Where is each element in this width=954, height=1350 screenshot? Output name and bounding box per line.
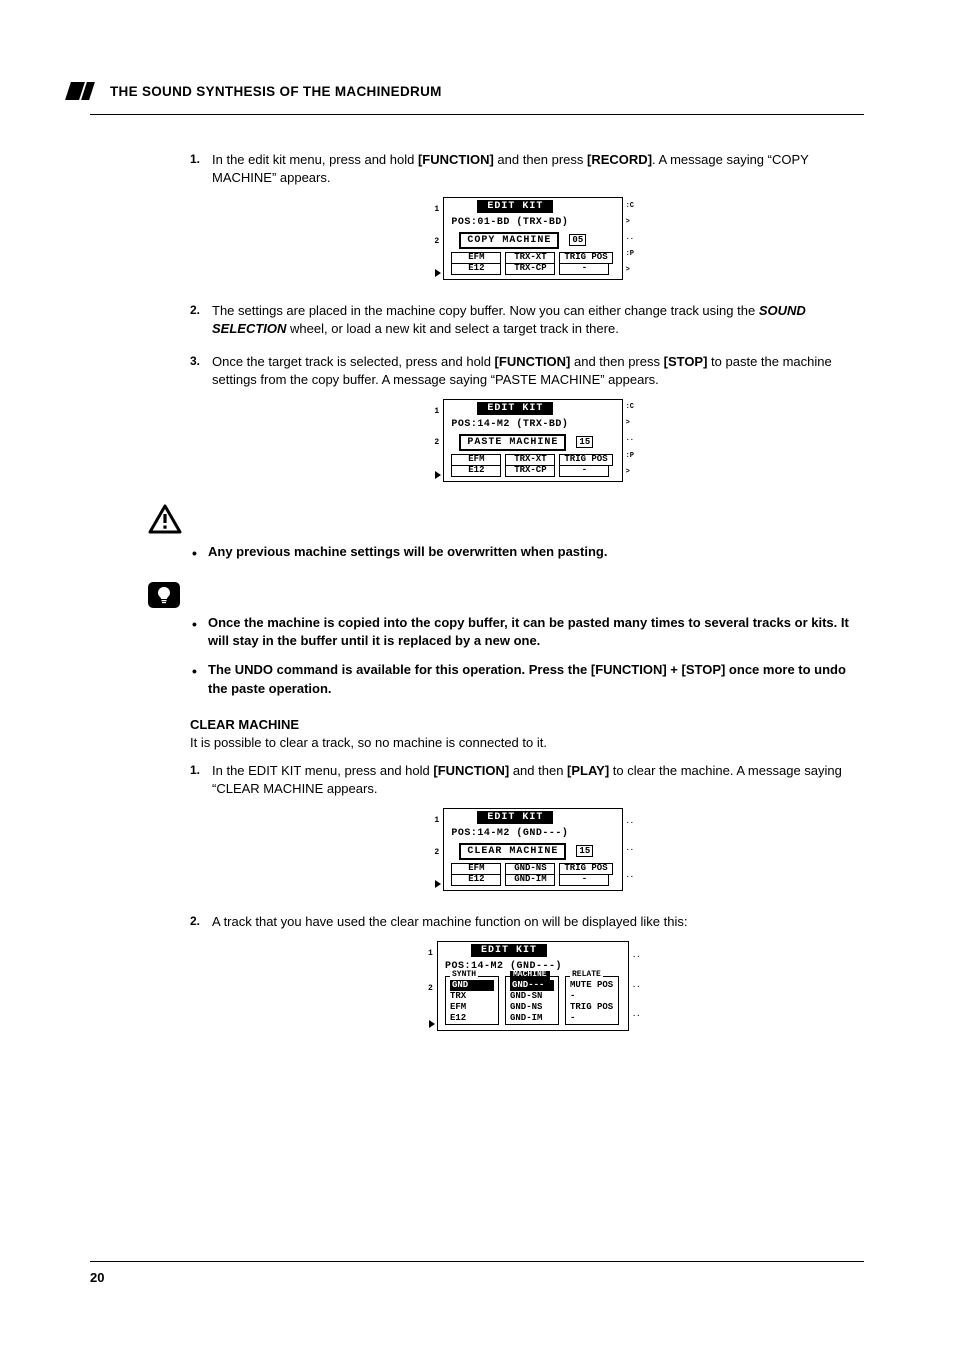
lcd-clear-machine: 12 ...... EDIT KIT POS:14-M2 (GND---) CL… <box>443 808 622 891</box>
warning-text-1: Any previous machine settings will be ov… <box>190 543 854 562</box>
brand-logo <box>68 82 92 100</box>
page-number: 20 <box>90 1270 864 1285</box>
lcd-paste-machine: 12 :C>..:P> EDIT KIT POS:14-M2 (TRX-BD) … <box>443 399 622 482</box>
section-title: THE SOUND SYNTHESIS OF THE MACHINEDRUM <box>110 84 442 99</box>
clear-machine-heading: CLEAR MACHINE <box>190 717 854 732</box>
tip-icon <box>148 582 180 608</box>
lcd-copy-machine: 12 :C>..:P> EDIT KIT POS:01-BD (TRX-BD) … <box>443 197 622 280</box>
clear-intro: It is possible to clear a track, so no m… <box>190 734 854 752</box>
tip-text-1: Once the machine is copied into the copy… <box>190 614 854 652</box>
clear-step-1: 1. In the EDIT KIT menu, press and hold … <box>190 762 854 891</box>
step-3: 3. Once the target track is selected, pr… <box>190 353 854 482</box>
clear-step-2: 2. A track that you have used the clear … <box>190 913 854 1031</box>
step-2: 2. The settings are placed in the machin… <box>190 302 854 338</box>
lcd-cleared-track: 12 ...... EDIT KIT POS:14-M2 (GND---) SY… <box>437 941 629 1031</box>
step-1: 1. In the edit kit menu, press and hold … <box>190 151 854 280</box>
warning-icon <box>148 504 182 534</box>
tip-text-2: The UNDO command is available for this o… <box>190 661 854 699</box>
